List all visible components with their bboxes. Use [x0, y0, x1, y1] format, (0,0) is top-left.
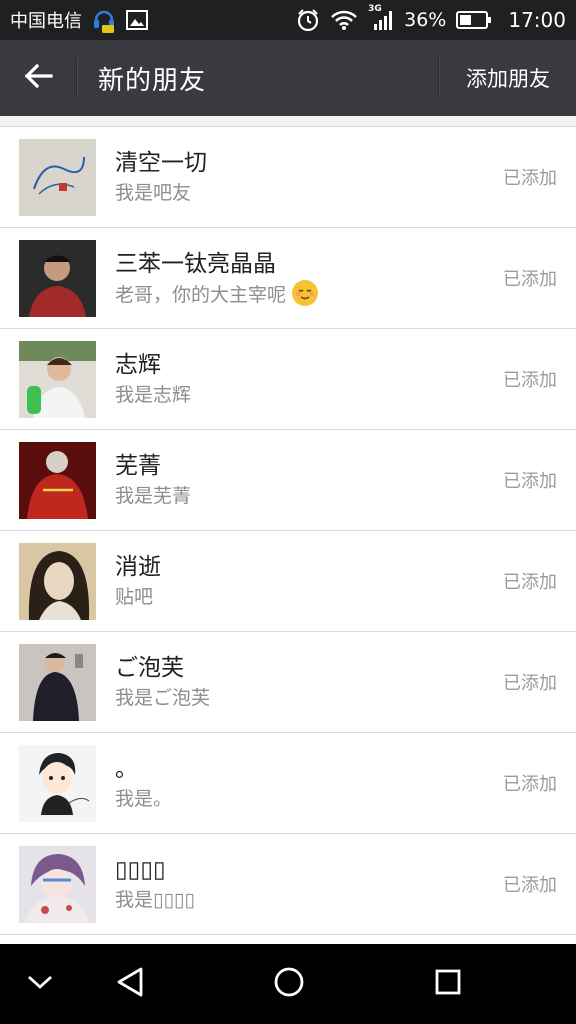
friend-item[interactable]: 。 我是。 已添加 — [0, 733, 576, 834]
avatar — [19, 542, 96, 620]
nav-recents-button[interactable] — [408, 944, 488, 1024]
avatar — [19, 441, 96, 519]
friend-item[interactable]: 芜菁 我是芜菁 已添加 — [0, 430, 576, 531]
network-type-badge: 3G — [368, 4, 382, 14]
arrow-left-icon — [23, 63, 53, 93]
avatar — [19, 744, 96, 822]
nav-home-button[interactable] — [249, 944, 329, 1024]
added-status: 已添加 — [503, 673, 557, 694]
avatar — [19, 239, 96, 317]
list-top-spacer — [0, 116, 576, 127]
friend-item[interactable]: ▯▯▯▯ 我是▯▯▯▯ 已添加 — [0, 834, 576, 935]
avatar — [19, 845, 96, 923]
friend-message: 贴吧 — [115, 586, 154, 608]
friend-name: 三苯一钛亮晶晶 — [115, 250, 276, 277]
carrier-label: 中国电信 — [10, 11, 82, 32]
added-status: 已添加 — [503, 471, 557, 492]
clock: 17:00 — [508, 8, 566, 32]
friend-item[interactable]: ご泡芙 我是ご泡芙 已添加 — [0, 632, 576, 733]
status-bar: 中国电信 3G 36% 17:00 — [0, 0, 576, 40]
friend-message: 我是志辉 — [115, 384, 192, 406]
friend-name: 清空一切 — [115, 150, 207, 176]
friend-item[interactable]: 清空一切 我是吧友 已添加 — [0, 127, 576, 228]
friend-message: 我是ご泡芙 — [115, 687, 211, 709]
header-divider — [76, 57, 78, 99]
friend-message: 我是。 — [115, 788, 173, 810]
added-status: 已添加 — [503, 269, 557, 290]
avatar — [19, 138, 96, 216]
alarm-icon — [296, 8, 320, 32]
avatar — [19, 340, 96, 418]
nav-back-button[interactable] — [90, 944, 170, 1024]
friend-message: 老哥，你的大主宰呢 — [115, 279, 319, 309]
friend-message: 我是芜菁 — [115, 485, 192, 507]
friend-message: 我是吧友 — [115, 182, 192, 204]
friend-message-text: 老哥，你的大主宰呢 — [115, 283, 287, 306]
added-status: 已添加 — [503, 774, 557, 795]
added-status: 已添加 — [503, 572, 557, 593]
hide-nav-button[interactable] — [0, 944, 80, 1024]
add-friend-button[interactable]: 添加朋友 — [440, 40, 576, 116]
battery-percent: 36% — [404, 9, 447, 31]
avatar — [19, 643, 96, 721]
added-status: 已添加 — [503, 875, 557, 896]
header-bar: 新的朋友 添加朋友 — [0, 40, 576, 116]
back-button[interactable] — [0, 40, 76, 116]
image-icon — [126, 10, 148, 30]
back-triangle-icon — [115, 966, 145, 1002]
friend-name: ご泡芙 — [115, 655, 184, 681]
system-nav-bar — [0, 944, 576, 1024]
chevron-down-icon — [27, 974, 53, 994]
added-status: 已添加 — [503, 168, 557, 189]
friend-name: ▯▯▯▯ — [115, 857, 166, 883]
friend-item[interactable]: 三苯一钛亮晶晶 老哥，你的大主宰呢 已添加 — [0, 228, 576, 329]
friend-item[interactable]: 志辉 我是志辉 已添加 — [0, 329, 576, 430]
friend-name: 志辉 — [115, 352, 161, 378]
wifi-icon — [330, 9, 358, 31]
friend-name: 芜菁 — [115, 453, 161, 479]
friend-item[interactable]: 消逝 贴吧 已添加 — [0, 531, 576, 632]
headset-icon — [92, 7, 116, 33]
home-circle-icon — [273, 966, 305, 1002]
recents-square-icon — [434, 968, 462, 1000]
page-title: 新的朋友 — [98, 65, 207, 96]
friend-name: 消逝 — [115, 554, 161, 580]
signal-icon: 3G — [368, 4, 394, 32]
friend-name: 。 — [115, 756, 138, 782]
relieved-face-icon — [292, 279, 319, 306]
new-friends-list: 清空一切 我是吧友 已添加 三苯一钛亮晶晶 老哥，你的大主宰呢 已添加 志辉 我… — [0, 116, 576, 944]
friend-message: 我是▯▯▯▯ — [115, 889, 195, 911]
battery-icon — [456, 10, 492, 30]
added-status: 已添加 — [503, 370, 557, 391]
